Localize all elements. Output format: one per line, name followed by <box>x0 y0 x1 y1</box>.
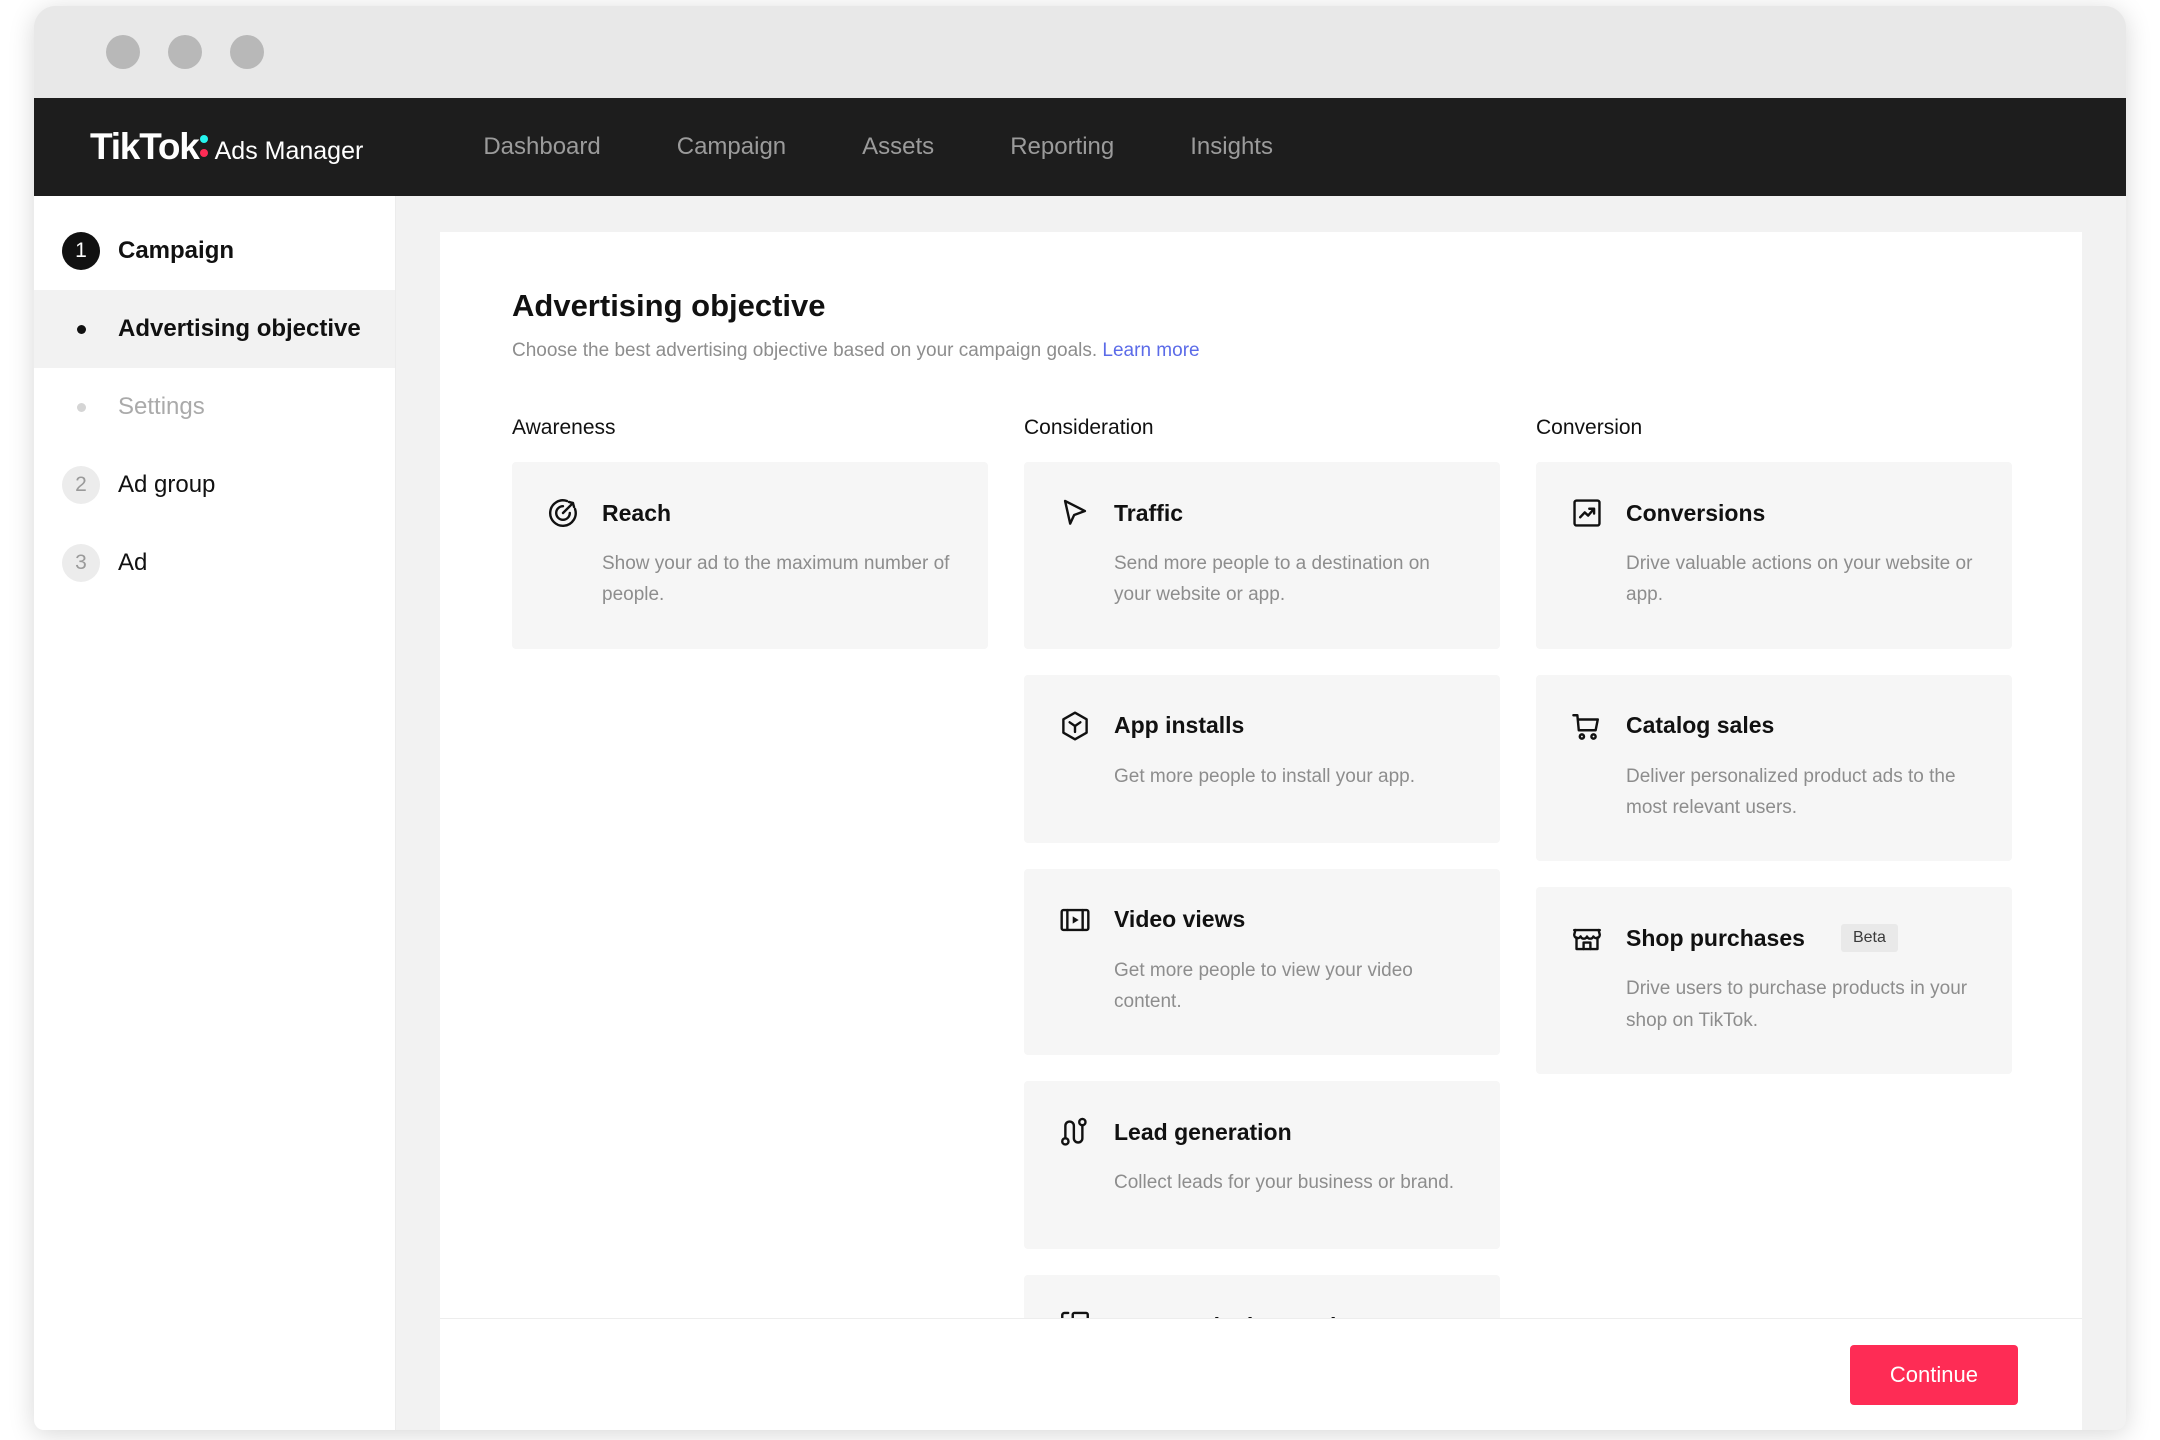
column-heading-awareness: Awareness <box>512 416 616 439</box>
column-heading-conversion: Conversion <box>1536 416 1643 439</box>
panel-inner: Advertising objective Choose the best ad… <box>440 232 2082 1430</box>
app-body: 1 Campaign Advertising objective Setting… <box>34 196 2126 1430</box>
bullet-icon-active <box>62 324 100 334</box>
objective-card-traffic[interactable]: Traffic Send more people to a destinatio… <box>1024 462 1500 649</box>
card-description-traffic: Send more people to a destination on you… <box>1114 553 1430 606</box>
minimize-dot[interactable] <box>168 35 202 69</box>
card-head: Catalog sales <box>1570 709 1976 743</box>
card-head: Shop purchases Beta <box>1570 921 1976 955</box>
card-description-shop-purchases: Drive users to purchase products in your… <box>1626 978 1968 1031</box>
brand-logo[interactable]: TikTok Ads Manager <box>90 126 363 168</box>
card-title-video-views: Video views <box>1114 906 1246 933</box>
nav-link-dashboard[interactable]: Dashboard <box>445 133 638 161</box>
sidebar-item-label-ad: Ad <box>118 549 148 576</box>
nav-link-assets[interactable]: Assets <box>824 133 972 161</box>
sidebar-item-campaign[interactable]: 1 Campaign <box>34 212 395 290</box>
card-description-app-installs: Get more people to install your app. <box>1114 765 1416 787</box>
maximize-dot[interactable] <box>230 35 264 69</box>
shopping-cart-icon <box>1570 709 1604 743</box>
card-head: Conversions <box>1570 496 1976 530</box>
browser-window: TikTok Ads Manager Dashboard Campaign As… <box>34 6 2126 1430</box>
card-title-conversions: Conversions <box>1626 499 1766 526</box>
card-description-lead-generation: Collect leads for your business or brand… <box>1114 1172 1455 1194</box>
film-play-icon <box>1058 903 1092 937</box>
card-head: Reach <box>546 496 952 530</box>
sidebar-item-settings[interactable]: Settings <box>34 368 395 446</box>
storefront-icon <box>1570 921 1604 955</box>
wizard-sidebar: 1 Campaign Advertising objective Setting… <box>34 196 396 1430</box>
sidebar-item-label-settings: Settings <box>118 393 205 420</box>
card-head: Traffic <box>1058 496 1464 530</box>
card-description-reach: Show your ad to the maximum number of pe… <box>602 553 950 606</box>
hexagon-box-icon <box>1058 709 1092 743</box>
column-awareness: Awareness Reach Show your ad to the maxi… <box>512 416 988 1430</box>
nav-links: Dashboard Campaign Assets Reporting Insi… <box>445 133 1311 161</box>
tiktok-colon-icon <box>199 131 210 159</box>
tiktok-wordmark: TikTok <box>90 126 210 168</box>
objective-card-shop-purchases[interactable]: Shop purchases Beta Drive users to purch… <box>1536 887 2012 1075</box>
status-badge-beta: Beta <box>1840 924 1898 953</box>
card-head: App installs <box>1058 709 1464 743</box>
tiktok-logo-text: TikTok <box>90 126 200 167</box>
step-number-badge-1: 1 <box>62 232 100 270</box>
top-navigation-bar: TikTok Ads Manager Dashboard Campaign As… <box>34 98 2126 196</box>
column-consideration: Consideration Traffic Send more people t… <box>1024 416 1500 1430</box>
card-title-lead-generation: Lead generation <box>1114 1118 1292 1145</box>
objective-card-video-views[interactable]: Video views Get more people to view your… <box>1024 868 1500 1056</box>
page-title: Advertising objective <box>512 288 826 323</box>
sidebar-item-advertising-objective[interactable]: Advertising objective <box>34 290 395 368</box>
cursor-arrow-icon <box>1058 496 1092 530</box>
objective-card-catalog-sales[interactable]: Catalog sales Deliver personalized produ… <box>1536 674 2012 862</box>
card-title-catalog-sales: Catalog sales <box>1626 712 1775 739</box>
step-number-badge-3: 3 <box>62 544 100 582</box>
sidebar-item-label-advertising-objective: Advertising objective <box>118 315 361 342</box>
nav-link-reporting[interactable]: Reporting <box>972 133 1152 161</box>
card-description-conversions: Drive valuable actions on your website o… <box>1626 553 1973 606</box>
objective-card-reach[interactable]: Reach Show your ad to the maximum number… <box>512 462 988 649</box>
card-description-video-views: Get more people to view your video conte… <box>1114 959 1413 1013</box>
target-arrow-icon <box>546 496 580 530</box>
footer-bar: Continue <box>440 1318 2082 1430</box>
card-head: Lead generation <box>1058 1115 1464 1149</box>
trend-up-box-icon <box>1570 496 1604 530</box>
objective-card-app-installs[interactable]: App installs Get more people to install … <box>1024 674 1500 843</box>
objective-columns: Awareness Reach Show your ad to the maxi… <box>512 416 2012 1430</box>
page-description-text: Choose the best advertising objective ba… <box>512 340 1098 361</box>
main-content-area: Advertising objective Choose the best ad… <box>396 196 2126 1430</box>
column-heading-consideration: Consideration <box>1024 416 1154 439</box>
sidebar-item-label-campaign: Campaign <box>118 237 235 264</box>
sidebar-item-ad[interactable]: 3 Ad <box>34 524 395 602</box>
browser-titlebar <box>34 6 2126 98</box>
card-title-shop-purchases: Shop purchases <box>1626 924 1805 951</box>
bullet-icon-inactive <box>62 402 100 412</box>
sidebar-item-ad-group[interactable]: 2 Ad group <box>34 446 395 524</box>
page-description: Choose the best advertising objective ba… <box>512 340 2012 362</box>
step-number-badge-2: 2 <box>62 466 100 504</box>
close-dot[interactable] <box>106 35 140 69</box>
objective-card-lead-generation[interactable]: Lead generation Collect leads for your b… <box>1024 1081 1500 1250</box>
card-title-app-installs: App installs <box>1114 712 1245 739</box>
sidebar-item-label-ad-group: Ad group <box>118 471 216 498</box>
card-title-reach: Reach <box>602 499 672 526</box>
card-head: Video views <box>1058 903 1464 937</box>
lead-path-icon <box>1058 1115 1092 1149</box>
card-title-traffic: Traffic <box>1114 499 1184 526</box>
column-conversion: Conversion Conversions Drive valuable ac… <box>1536 416 2012 1430</box>
nav-link-insights[interactable]: Insights <box>1152 133 1311 161</box>
product-name: Ads Manager <box>214 137 364 165</box>
content-panel: Advertising objective Choose the best ad… <box>440 232 2082 1430</box>
objective-card-conversions[interactable]: Conversions Drive valuable actions on yo… <box>1536 462 2012 649</box>
nav-link-campaign[interactable]: Campaign <box>639 133 824 161</box>
learn-more-link[interactable]: Learn more <box>1102 340 1199 361</box>
continue-button[interactable]: Continue <box>1849 1344 2018 1405</box>
card-description-catalog-sales: Deliver personalized product ads to the … <box>1626 765 1956 819</box>
